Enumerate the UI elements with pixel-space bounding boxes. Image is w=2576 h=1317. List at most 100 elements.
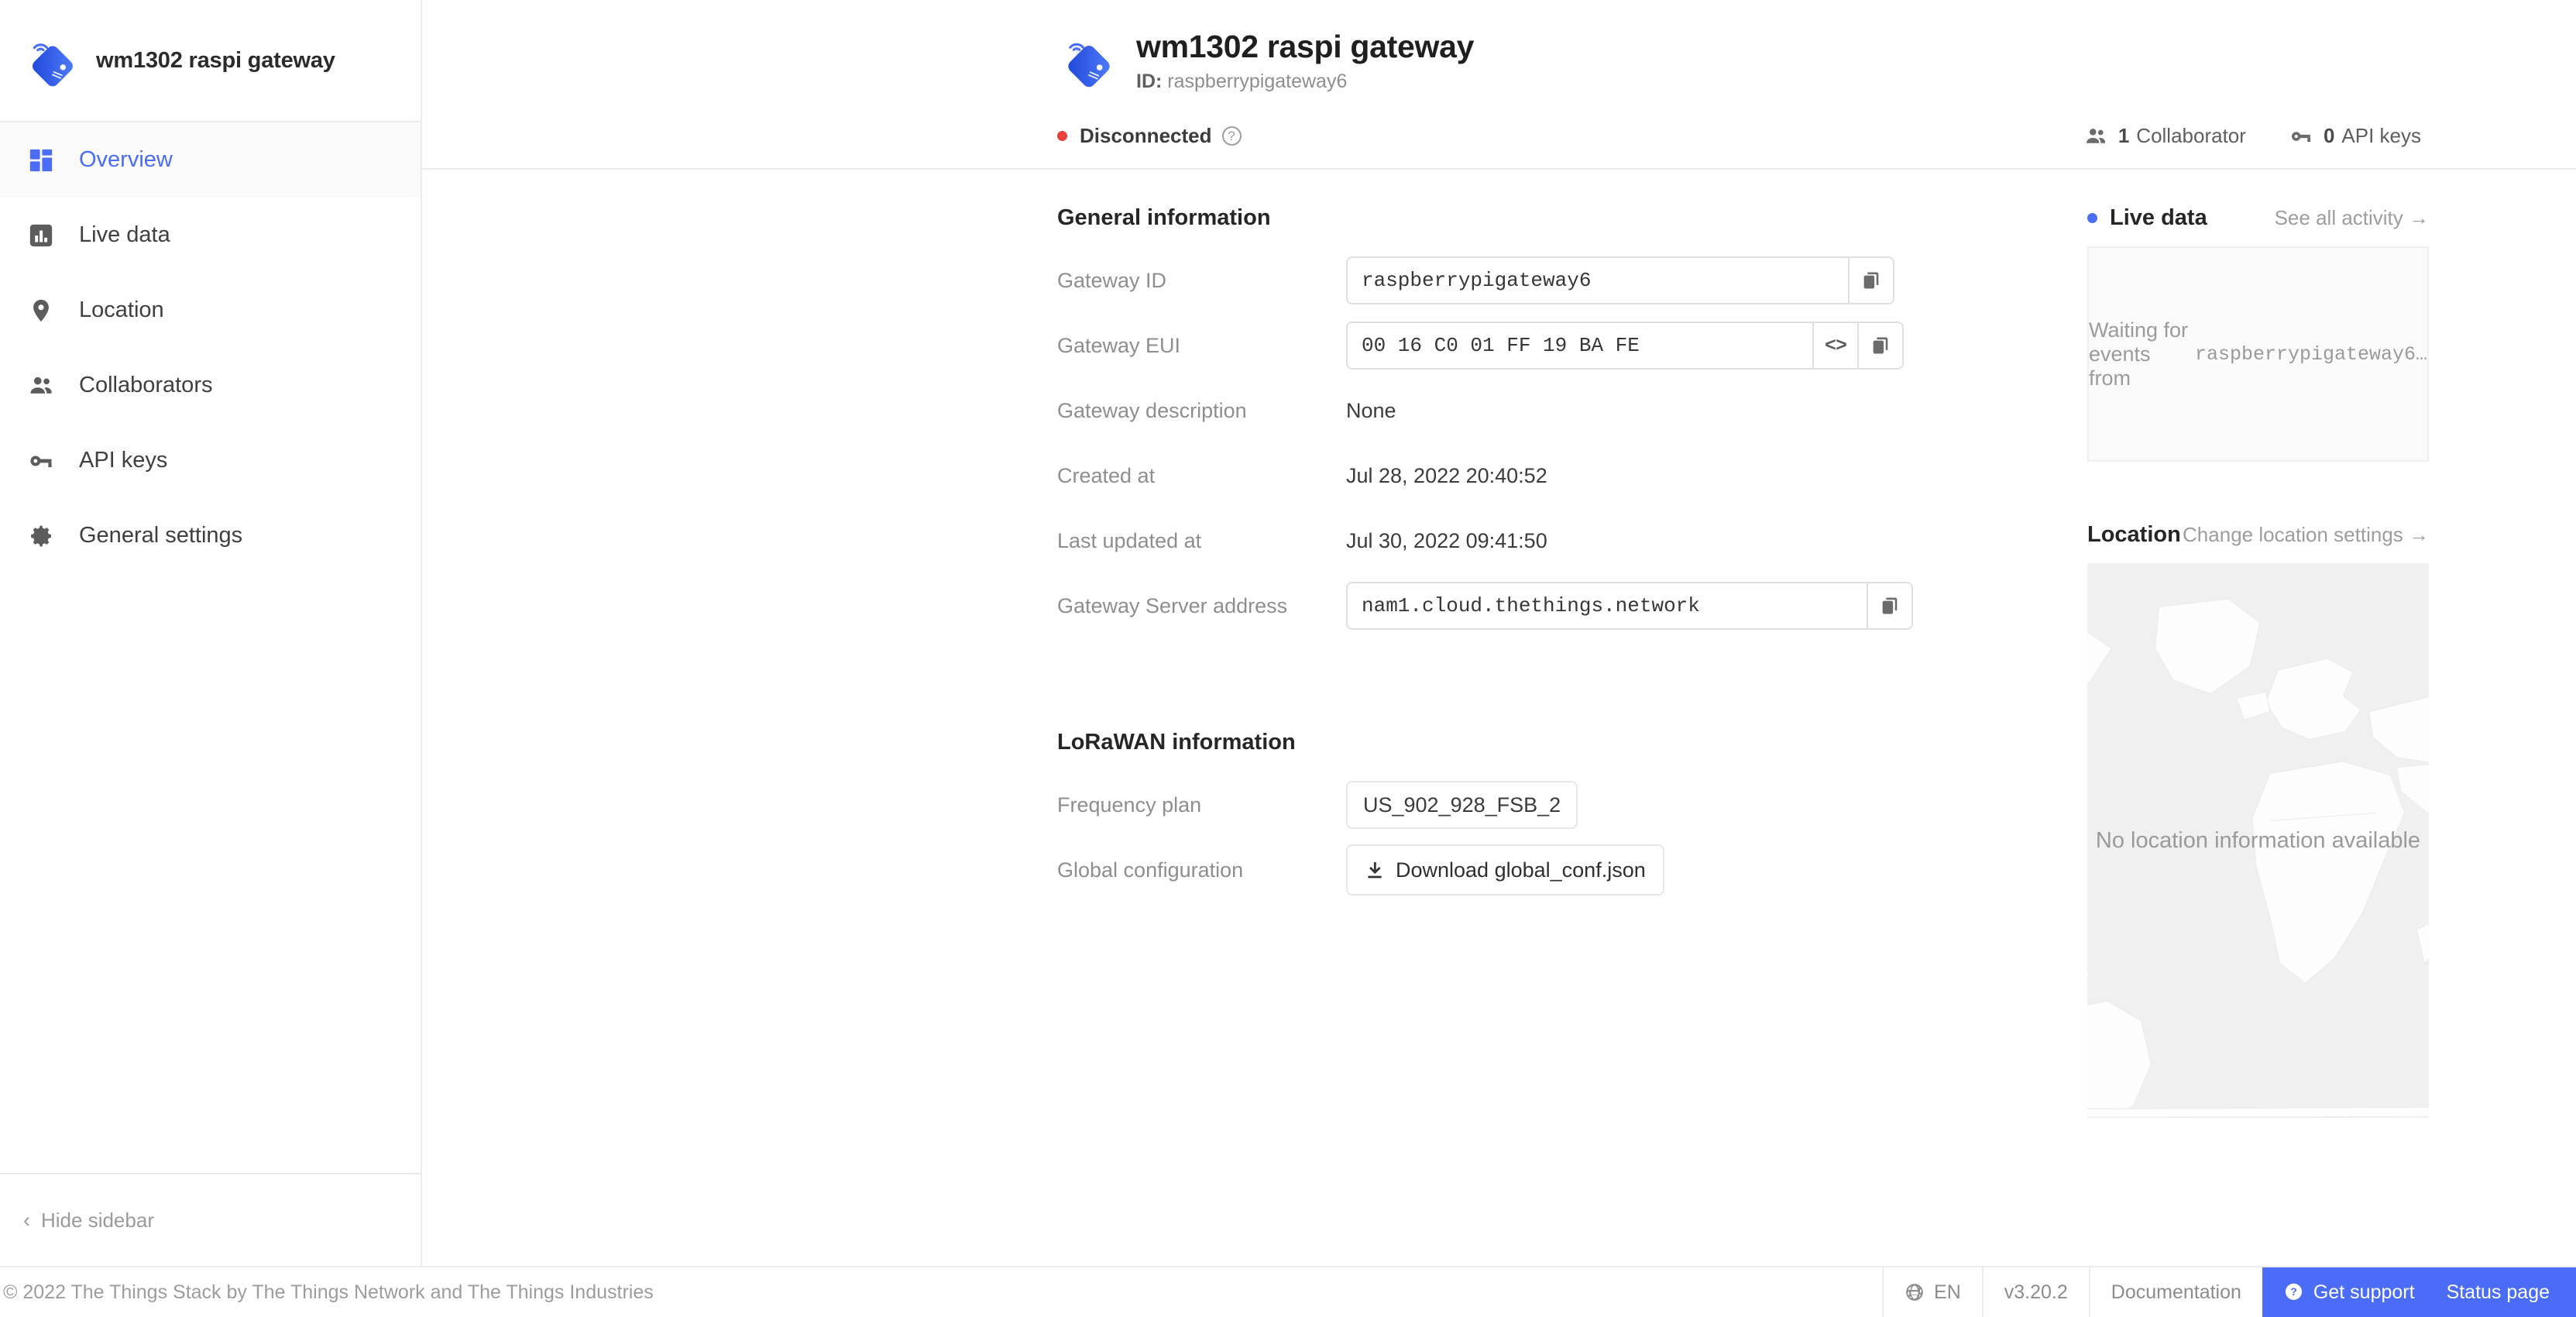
sidebar-item-overview[interactable]: Overview	[0, 122, 421, 198]
general-info-heading: General information	[1057, 205, 1271, 231]
status-bar: Disconnected ? 1 Collaborator 0 API keys	[422, 93, 2576, 170]
copy-icon[interactable]	[1867, 583, 1911, 629]
field-label: Global configuration	[1057, 858, 1244, 882]
globe-icon	[1906, 1284, 1923, 1301]
download-icon	[1368, 862, 1382, 879]
sidebar-item-live-data[interactable]: Live data	[0, 198, 421, 273]
svg-text:?: ?	[2290, 1285, 2297, 1298]
field-last-updated: Last updated at Jul 30, 2022 09:41:50	[1057, 508, 1971, 573]
live-data-title-label: Live data	[2110, 205, 2207, 231]
gateway-eui-input-value: 00 16 C0 01 FF 19 BA FE	[1362, 334, 1640, 358]
map-pin-icon	[28, 297, 64, 324]
question-circle-icon[interactable]: ?	[1221, 126, 1242, 146]
live-data-empty-state: Waiting for events from raspberrypigatew…	[2087, 246, 2429, 462]
sidebar-item-location[interactable]: Location	[0, 273, 421, 348]
location-title: Location	[2087, 522, 2181, 548]
server-address-input-value: nam1.cloud.thethings.network	[1362, 594, 1700, 618]
server-address-input[interactable]: nam1.cloud.thethings.network	[1346, 582, 1913, 631]
sidebar-item-api-keys[interactable]: API keys	[0, 423, 421, 498]
field-label: Gateway Server address	[1057, 593, 1288, 617]
sidebar-header: wm1302 raspi gateway	[0, 0, 421, 122]
footer-documentation-link[interactable]: Documentation	[2088, 1267, 2262, 1317]
field-gateway-description: Gateway description None	[1057, 378, 1971, 443]
dashboard-grid-icon	[28, 147, 64, 174]
lorawan-info-heading: LoRaWAN information	[1057, 730, 1296, 755]
sidebar-item-label: Location	[79, 297, 164, 322]
collaborators-count: 1	[2117, 124, 2130, 148]
download-global-conf-button[interactable]: Download global_conf.json	[1346, 844, 1664, 896]
people-icon	[2086, 129, 2105, 143]
main-content: wm1302 raspi gateway ID: raspberrypigate…	[422, 0, 2576, 1266]
footer-get-support-button[interactable]: ? Get support	[2262, 1267, 2436, 1317]
sidebar-item-collaborators[interactable]: Collaborators	[0, 348, 421, 423]
field-label: Gateway EUI	[1057, 333, 1181, 357]
footer-language-label: EN	[1934, 1281, 1961, 1303]
frequency-plan-value: US_902_928_FSB_2	[1346, 781, 1578, 830]
see-all-activity-link[interactable]: See all activity →	[2275, 206, 2429, 230]
hide-sidebar-label: Hide sidebar	[41, 1208, 154, 1232]
general-info-column: General information Gateway ID raspberry…	[1057, 205, 1971, 1266]
field-created-at: Created at Jul 28, 2022 20:40:52	[1057, 443, 1971, 508]
live-dot-icon	[2087, 213, 2097, 224]
sidebar: wm1302 raspi gateway Overview Live data	[0, 0, 422, 1266]
field-server-address: Gateway Server address nam1.cloud.thethi…	[1057, 573, 1971, 638]
connection-status: Disconnected ?	[1057, 124, 1242, 148]
status-badge: Disconnected	[1080, 124, 1212, 148]
footer-status-page-link[interactable]: Status page	[2435, 1267, 2576, 1317]
field-gateway-id: Gateway ID raspberrypigateway6	[1057, 248, 1971, 313]
field-frequency-plan: Frequency plan US_902_928_FSB_2	[1057, 772, 1971, 837]
page-header-text: wm1302 raspi gateway ID: raspberrypigate…	[1136, 28, 1474, 93]
change-location-settings-link[interactable]: Change location settings →	[2183, 523, 2429, 547]
key-icon	[2291, 132, 2310, 142]
location-empty-message: No location information available	[2095, 827, 2421, 853]
gateway-eui-input[interactable]: 00 16 C0 01 FF 19 BA FE <>	[1346, 322, 1904, 370]
sidebar-item-label: General settings	[79, 523, 243, 548]
content-area: General information Gateway ID raspberry…	[422, 170, 2576, 1266]
bar-chart-icon	[28, 222, 64, 249]
field-label: Gateway ID	[1057, 268, 1167, 292]
gateway-id-input-value: raspberrypigateway6	[1362, 269, 1592, 293]
api-keys-label: API keys	[2341, 124, 2421, 148]
created-at-value: Jul 28, 2022 20:40:52	[1346, 463, 1547, 487]
code-toggle-icon[interactable]: <>	[1812, 323, 1857, 369]
collaborators-stat[interactable]: 1 Collaborator	[2084, 124, 2246, 148]
gateway-logo-icon	[1057, 31, 1116, 90]
footer-language-selector[interactable]: EN	[1882, 1267, 1982, 1317]
gateway-id-key: ID:	[1136, 70, 1163, 93]
gateway-description-value: None	[1346, 398, 1396, 422]
header-stats: 1 Collaborator 0 API keys	[2084, 124, 2421, 148]
body-row: wm1302 raspi gateway Overview Live data	[0, 0, 2576, 1266]
people-icon	[28, 373, 64, 399]
download-button-label: Download global_conf.json	[1396, 858, 1646, 882]
field-gateway-eui: Gateway EUI 00 16 C0 01 FF 19 BA FE <>	[1057, 313, 1971, 378]
collaborators-label: Collaborator	[2136, 124, 2246, 148]
live-data-panel-header: Live data See all activity →	[2087, 205, 2429, 231]
page-title: wm1302 raspi gateway	[1136, 29, 1475, 64]
sidebar-item-general-settings[interactable]: General settings	[0, 498, 421, 573]
gear-icon	[28, 523, 64, 549]
sidebar-item-label: Live data	[79, 222, 170, 247]
right-column: Live data See all activity → Waiting for…	[1971, 205, 2429, 1266]
field-global-configuration: Global configuration Download global_con…	[1057, 837, 1971, 903]
copy-icon[interactable]	[1857, 323, 1902, 369]
footer-bar: © 2022 The Things Stack by The Things Ne…	[0, 1266, 2576, 1317]
footer-get-support-label: Get support	[2313, 1281, 2415, 1303]
gateway-id-input[interactable]: raspberrypigateway6	[1346, 256, 1894, 305]
gateway-logo-icon	[22, 32, 79, 89]
hide-sidebar-button[interactable]: ‹ Hide sidebar	[0, 1173, 421, 1266]
chevron-left-icon: ‹	[23, 1208, 30, 1232]
footer-copyright: © 2022 The Things Stack by The Things Ne…	[3, 1281, 654, 1303]
location-map[interactable]: No location information available	[2087, 563, 2429, 1119]
footer-links: EN v3.20.2 Documentation ? Get support S…	[1882, 1267, 2576, 1317]
field-label: Created at	[1057, 463, 1156, 487]
field-label: Gateway description	[1057, 398, 1247, 422]
gateway-id-subtitle: ID: raspberrypigateway6	[1136, 70, 1474, 93]
code-toggle-label: <>	[1824, 334, 1847, 357]
sidebar-item-label: Collaborators	[79, 373, 213, 397]
page-header: wm1302 raspi gateway ID: raspberrypigate…	[422, 0, 2576, 170]
api-keys-stat[interactable]: 0 API keys	[2289, 124, 2421, 148]
key-icon	[28, 448, 64, 474]
copy-icon[interactable]	[1848, 258, 1893, 304]
location-panel-header: Location Change location settings →	[2087, 522, 2429, 548]
footer-version[interactable]: v3.20.2	[1981, 1267, 2089, 1317]
